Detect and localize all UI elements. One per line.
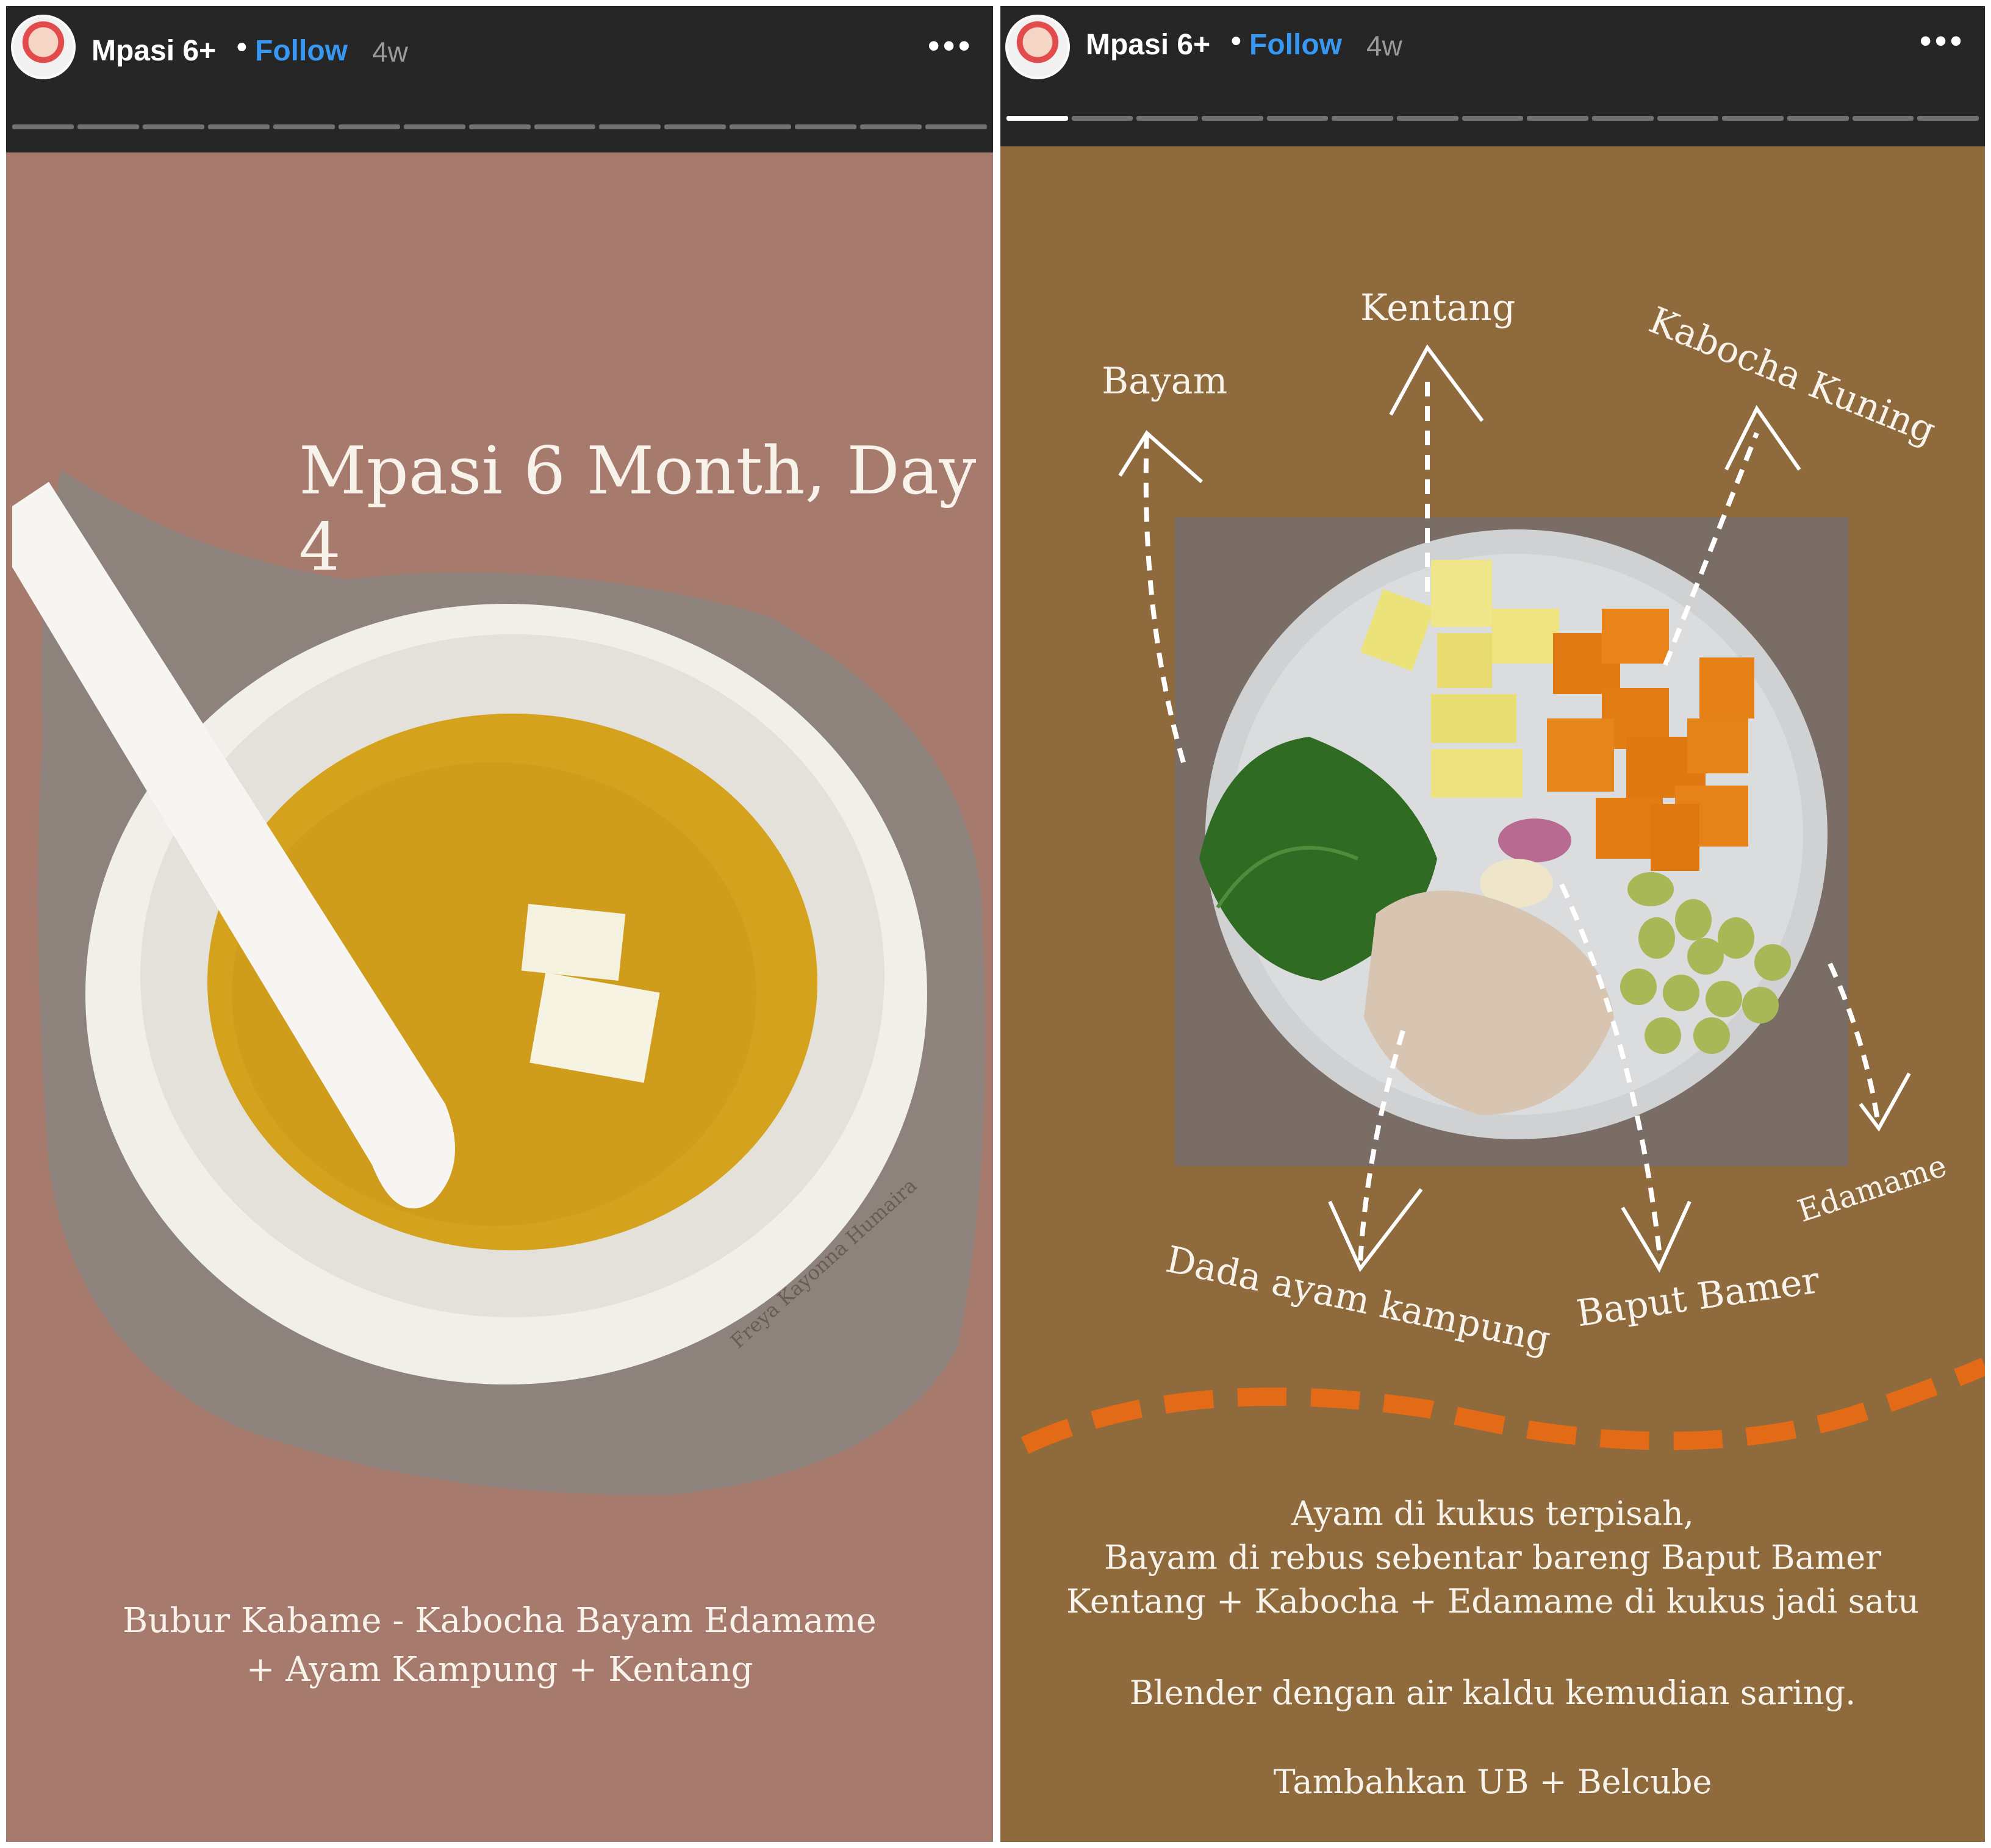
story-caption: Bubur Kabame - Kabocha Bayam Edamame bbox=[123, 1601, 877, 1641]
separator-dot: • bbox=[1231, 25, 1241, 57]
story-panel-left[interactable]: Mpasi 6+ • Follow 4w ••• Mpasi 6 Month, … bbox=[6, 6, 993, 1842]
potato bbox=[1431, 694, 1516, 743]
post-age: 4w bbox=[1366, 30, 1402, 62]
bowl-illustration bbox=[12, 470, 985, 1495]
progress-segment bbox=[1657, 116, 1719, 121]
progress-segment bbox=[1917, 116, 1979, 121]
potato bbox=[1431, 749, 1523, 798]
progress-segment bbox=[1006, 116, 1068, 121]
step-text: Blender dengan air kaldu kemudian saring… bbox=[1129, 1674, 1856, 1712]
progress-segment bbox=[1852, 116, 1914, 121]
story-title: Mpasi 6 Month, Day 4 bbox=[299, 433, 977, 586]
progress-segment bbox=[1462, 116, 1524, 121]
label-bayam: Bayam bbox=[1102, 360, 1228, 403]
progress-segment bbox=[1397, 116, 1458, 121]
kabocha bbox=[1602, 609, 1669, 664]
label-dada-ayam-kampung: Dada ayam kampung bbox=[1162, 1238, 1554, 1361]
progress-segment bbox=[1787, 116, 1849, 121]
step-text: Bayam di rebus sebentar bareng Baput Bam… bbox=[1104, 1538, 1881, 1577]
progress-segment bbox=[1527, 116, 1589, 121]
butter-cube bbox=[521, 903, 626, 981]
progress-segment bbox=[1266, 116, 1329, 121]
label-kentang: Kentang bbox=[1360, 287, 1516, 329]
potato bbox=[1431, 560, 1492, 627]
progress-segment bbox=[1722, 116, 1784, 121]
shallot bbox=[1498, 818, 1571, 862]
ingredient-plate-illustration bbox=[1199, 529, 1828, 1139]
account-name[interactable]: Mpasi 6+ bbox=[1086, 28, 1210, 62]
more-dots-icon[interactable]: ••• bbox=[1920, 22, 1965, 60]
potato bbox=[1437, 633, 1492, 688]
story-caption: + Ayam Kampung + Kentang bbox=[246, 1650, 753, 1689]
story-progress-bar bbox=[1006, 116, 1979, 121]
kabocha bbox=[1687, 718, 1748, 773]
kabocha bbox=[1699, 657, 1754, 718]
avatar[interactable] bbox=[1005, 15, 1070, 79]
step-text: Ayam di kukus terpisah, bbox=[1291, 1494, 1694, 1533]
progress-segment bbox=[1136, 116, 1199, 121]
potato bbox=[1492, 609, 1559, 664]
progress-segment bbox=[1071, 116, 1133, 121]
progress-segment bbox=[1202, 116, 1263, 121]
ingredient-photo bbox=[1175, 517, 1848, 1166]
kabocha bbox=[1651, 804, 1699, 871]
story-header: Mpasi 6+ • Follow 4w ••• bbox=[1000, 6, 1985, 146]
step-text: Tambahkan UB + Belcube bbox=[1273, 1763, 1712, 1801]
label-kabocha-kuning: Kabocha Kuning bbox=[1643, 299, 1942, 453]
step-text: Kentang + Kabocha + Edamame di kukus jad… bbox=[1066, 1582, 1919, 1621]
kabocha bbox=[1547, 718, 1614, 792]
follow-button[interactable]: Follow bbox=[1249, 28, 1342, 62]
story-panel-right[interactable]: Mpasi 6+ • Follow 4w ••• Bayam Kentang K… bbox=[1000, 6, 1985, 1842]
progress-segment bbox=[1592, 116, 1654, 121]
label-baput-bamer: Baput Bamer bbox=[1574, 1259, 1822, 1336]
decorative-dash-line bbox=[1021, 1358, 1985, 1454]
progress-segment bbox=[1332, 116, 1394, 121]
